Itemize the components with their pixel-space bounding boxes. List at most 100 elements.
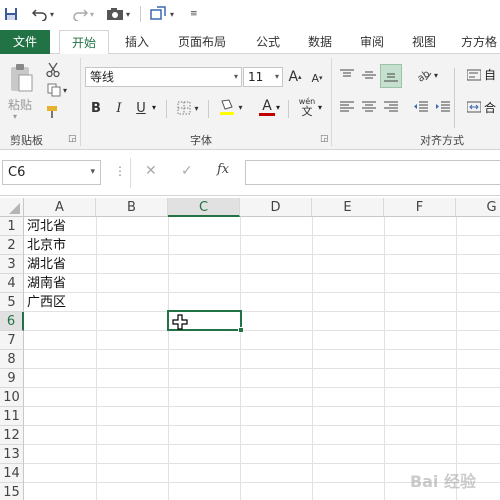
name-box[interactable]: C6 ▾ <box>2 160 101 185</box>
cell-a5[interactable]: 广西区 <box>27 293 66 312</box>
paste-icon[interactable] <box>6 62 36 94</box>
ribbon-separator <box>331 58 332 146</box>
formula-bar-grip-icon[interactable]: ⋮ <box>114 164 126 178</box>
tab-file[interactable]: 文件 <box>0 30 50 54</box>
column-header-a[interactable]: A <box>24 198 96 217</box>
row-header-2[interactable]: 2 <box>0 236 24 255</box>
tab-fangfangge[interactable]: 方方格 <box>458 30 500 54</box>
column-header-f[interactable]: F <box>384 198 456 217</box>
column-header-d[interactable]: D <box>240 198 312 217</box>
align-center-icon[interactable] <box>360 98 378 116</box>
align-left-icon[interactable] <box>338 98 356 116</box>
bold-button[interactable]: B <box>88 98 104 118</box>
undo-dropdown-icon[interactable]: ▾ <box>50 10 54 19</box>
row-header-3[interactable]: 3 <box>0 255 24 274</box>
column-header-c[interactable]: C <box>168 198 240 217</box>
row-header-10[interactable]: 10 <box>0 388 24 407</box>
grid-line <box>24 463 500 464</box>
font-launcher-icon[interactable]: ◲ <box>320 134 329 144</box>
tab-page-layout[interactable]: 页面布局 <box>170 30 234 54</box>
borders-icon[interactable]: ▾ <box>174 98 202 118</box>
underline-button[interactable]: U <box>133 98 149 118</box>
phonetic-button[interactable]: wén 文 <box>296 96 318 118</box>
font-size-combo[interactable]: 11 ▾ <box>243 67 283 87</box>
tab-view[interactable]: 视图 <box>404 30 444 54</box>
row-header-12[interactable]: 12 <box>0 426 24 445</box>
column-header-e[interactable]: E <box>312 198 384 217</box>
decrease-indent-icon[interactable] <box>412 98 430 116</box>
row-header-14[interactable]: 14 <box>0 464 24 483</box>
bottom-align-icon[interactable] <box>380 64 402 88</box>
grow-font-caret: ▴ <box>298 73 302 81</box>
font-name-dropdown-icon[interactable]: ▾ <box>234 68 238 86</box>
tab-review[interactable]: 审阅 <box>352 30 392 54</box>
tab-data[interactable]: 数据 <box>300 30 340 54</box>
wrap-text-icon[interactable] <box>466 66 482 84</box>
fill-color-dropdown-icon[interactable]: ▾ <box>238 103 242 112</box>
tab-formulas[interactable]: 公式 <box>248 30 288 54</box>
row-header-9[interactable]: 9 <box>0 369 24 388</box>
font-name-combo[interactable]: 等线 ▾ <box>85 67 242 87</box>
row-header-5[interactable]: 5 <box>0 293 24 312</box>
column-header-g[interactable]: G <box>456 198 500 217</box>
wrap-text-label[interactable]: 自 <box>484 66 496 83</box>
row-header-11[interactable]: 11 <box>0 407 24 426</box>
tab-home[interactable]: 开始 <box>59 30 109 55</box>
enter-icon[interactable]: ✓ <box>181 163 193 179</box>
row-header-6[interactable]: 6 <box>0 312 24 331</box>
redo-dropdown-icon[interactable]: ▾ <box>90 10 94 19</box>
tab-insert[interactable]: 插入 <box>115 30 159 54</box>
orientation-dropdown-icon[interactable]: ▾ <box>434 71 438 80</box>
camera-dropdown-icon[interactable]: ▾ <box>126 10 130 19</box>
merge-center-icon[interactable] <box>466 98 482 116</box>
row-header-8[interactable]: 8 <box>0 350 24 369</box>
orientation-icon[interactable]: ab ▾ <box>412 66 442 84</box>
cancel-icon[interactable]: ✕ <box>145 163 157 179</box>
select-all-corner[interactable] <box>0 198 24 217</box>
shape-dropdown-icon[interactable]: ▾ <box>170 10 174 19</box>
shrink-font-button[interactable]: A ▾ <box>309 68 325 88</box>
clipboard-launcher-icon[interactable]: ◲ <box>68 134 77 144</box>
cell-a1[interactable]: 河北省 <box>27 217 66 236</box>
formula-input[interactable] <box>245 160 500 185</box>
redo-icon[interactable]: ▾ <box>72 4 94 24</box>
row-header-4[interactable]: 4 <box>0 274 24 293</box>
shape-icon[interactable]: ▾ <box>150 4 174 24</box>
increase-indent-icon[interactable] <box>434 98 452 116</box>
underline-dropdown-icon[interactable]: ▾ <box>152 103 156 112</box>
row-header-1[interactable]: 1 <box>0 217 24 236</box>
column-header-b[interactable]: B <box>96 198 168 217</box>
font-size-value: 11 <box>248 70 264 84</box>
phonetic-dropdown-icon[interactable]: ▾ <box>318 103 322 112</box>
borders-dropdown-icon[interactable]: ▾ <box>194 104 198 113</box>
name-box-dropdown-icon[interactable]: ▾ <box>90 161 95 184</box>
top-align-icon[interactable] <box>338 66 356 84</box>
paste-dropdown-icon[interactable]: ▾ <box>13 112 17 121</box>
save-icon[interactable] <box>4 4 18 24</box>
italic-button[interactable]: I <box>111 98 127 118</box>
cell-a2[interactable]: 北京市 <box>27 236 66 255</box>
row-header-15[interactable]: 15 <box>0 483 24 500</box>
camera-icon[interactable]: ▾ <box>106 4 130 24</box>
align-right-icon[interactable] <box>382 98 400 116</box>
grow-font-button[interactable]: A ▴ <box>287 67 303 87</box>
paste-label[interactable]: 粘贴 <box>8 96 32 113</box>
cut-icon[interactable] <box>44 62 62 78</box>
copy-dropdown-icon[interactable]: ▾ <box>63 86 67 95</box>
font-color-dropdown-icon[interactable]: ▾ <box>276 103 280 112</box>
format-painter-icon[interactable] <box>44 104 62 120</box>
cell-a3[interactable]: 湖北省 <box>27 255 66 274</box>
cell-a4[interactable]: 湖南省 <box>27 274 66 293</box>
insert-function-icon[interactable]: fx <box>217 162 229 177</box>
customize-qat-icon[interactable]: ≡ <box>190 4 198 24</box>
fill-handle[interactable] <box>238 327 244 333</box>
merge-center-label[interactable]: 合 <box>484 99 496 116</box>
row-header-7[interactable]: 7 <box>0 331 24 350</box>
quick-access-toolbar: ▾ ▾ ▾ ▾ ≡ <box>0 0 500 30</box>
copy-icon[interactable]: ▾ <box>44 82 70 98</box>
fill-color-icon[interactable]: ▾ <box>216 96 246 118</box>
font-size-dropdown-icon[interactable]: ▾ <box>275 68 279 86</box>
middle-align-icon[interactable] <box>360 66 378 84</box>
undo-icon[interactable]: ▾ <box>32 4 54 24</box>
row-header-13[interactable]: 13 <box>0 445 24 464</box>
